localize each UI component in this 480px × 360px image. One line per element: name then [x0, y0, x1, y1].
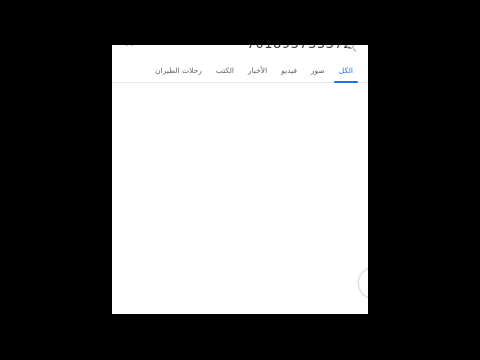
- tab-flights[interactable]: رحلات الطيران: [148, 59, 209, 83]
- browser-viewport: ✕ 701893733372 الكل صور فيديو الأخبار ال…: [112, 45, 368, 314]
- tab-images[interactable]: صور: [304, 59, 332, 83]
- tab-videos[interactable]: فيديو: [274, 59, 304, 83]
- tab-books[interactable]: الكتب: [209, 59, 241, 83]
- search-tabs: الكل صور فيديو الأخبار الكتب رحلات الطير…: [112, 59, 368, 83]
- floating-action-button[interactable]: [358, 267, 368, 299]
- search-icon[interactable]: [346, 45, 354, 49]
- tab-all[interactable]: الكل: [332, 59, 360, 83]
- search-bar[interactable]: ✕ 701893733372: [112, 45, 368, 57]
- tab-news[interactable]: الأخبار: [241, 59, 274, 83]
- search-query-text[interactable]: 701893733372: [112, 45, 352, 52]
